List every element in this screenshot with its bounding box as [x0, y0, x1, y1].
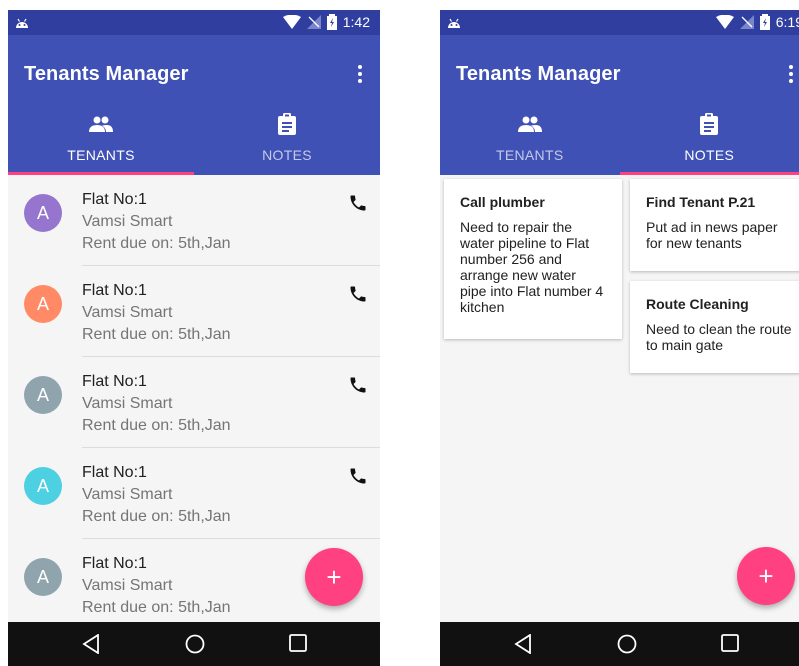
recents-icon[interactable] — [721, 634, 739, 652]
avatar: A — [24, 376, 62, 414]
tenant-list-item[interactable]: A Flat No:1 Vamsi Smart Rent due on: 5th,Ja… — [8, 175, 380, 266]
tab-tenants[interactable]: TENANTS — [8, 111, 194, 175]
signal-off-icon — [306, 15, 321, 29]
status-bar: 6:19 — [440, 10, 799, 35]
add-tenant-button[interactable]: + — [305, 548, 363, 606]
tenant-list-item[interactable]: A Flat No:1 Vamsi Smart Rent due on: 5th,Ja… — [8, 448, 380, 539]
app-bar: Tenants Manager TENANTS NOTES — [8, 35, 380, 175]
back-icon[interactable] — [82, 634, 100, 654]
rent-due: Rent due on: 5th,Jan — [82, 326, 231, 343]
status-time: 1:42 — [342, 14, 370, 30]
wifi-icon — [282, 15, 301, 29]
tab-notes[interactable]: NOTES — [619, 111, 799, 175]
rent-due: Rent due on: 5th,Jan — [82, 508, 231, 525]
flat-number: Flat No:1 — [82, 555, 147, 572]
home-icon[interactable] — [185, 634, 205, 654]
note-card[interactable]: Route Cleaning Need to clean the route t… — [630, 281, 799, 373]
avatar: A — [24, 285, 62, 323]
note-card[interactable]: Find Tenant P.21 Put ad in news paper fo… — [630, 179, 799, 271]
back-icon[interactable] — [514, 634, 532, 654]
clipboard-icon — [278, 113, 296, 135]
app-title: Tenants Manager — [456, 63, 621, 85]
tenant-name: Vamsi Smart — [82, 577, 173, 594]
tenant-list-item[interactable]: A Flat No:1 Vamsi Smart Rent due on: 5th,Ja… — [8, 266, 380, 357]
tab-label: NOTES — [262, 147, 312, 163]
battery-charging-icon — [759, 14, 770, 30]
tenant-name: Vamsi Smart — [82, 395, 173, 412]
navigation-bar — [440, 622, 799, 666]
tenant-details: Flat No:1 Vamsi Smart Rent due on: 5th,Jan — [82, 371, 231, 437]
tab-bar: TENANTS NOTES — [440, 111, 799, 175]
group-icon — [517, 116, 542, 132]
note-body: Need to repair the water pipeline to Fla… — [460, 219, 604, 315]
note-card[interactable]: Call plumber Need to repair the water pi… — [444, 179, 622, 339]
add-note-button[interactable]: + — [737, 547, 795, 605]
group-icon — [89, 116, 113, 132]
tab-notes[interactable]: NOTES — [194, 111, 380, 175]
clipboard-icon — [700, 113, 719, 135]
phone-call-icon[interactable] — [348, 375, 368, 395]
status-bar: 1:42 — [8, 10, 380, 35]
note-title: Find Tenant P.21 — [646, 194, 756, 210]
tenant-list-item[interactable]: A Flat No:1 Vamsi Smart Rent due on: 5th,Ja… — [8, 357, 380, 448]
overflow-menu-icon[interactable] — [789, 65, 793, 83]
tab-tenants[interactable]: TENANTS — [440, 111, 620, 175]
tab-label: NOTES — [684, 147, 735, 163]
flat-number: Flat No:1 — [82, 464, 147, 481]
flat-number: Flat No:1 — [82, 191, 147, 208]
phone-screen-tenants: 1:42 Tenants Manager TENANTS NOTES A Flat… — [8, 10, 380, 666]
phone-call-icon[interactable] — [348, 284, 368, 304]
tenant-name: Vamsi Smart — [82, 486, 173, 503]
note-body: Need to clean the route to main gate — [646, 321, 792, 353]
recents-icon[interactable] — [289, 634, 307, 652]
phone-call-icon[interactable] — [348, 193, 368, 213]
wifi-icon — [715, 15, 734, 29]
avatar: A — [24, 467, 62, 505]
android-notification-icon — [448, 18, 460, 28]
rent-due: Rent due on: 5th,Jan — [82, 235, 231, 252]
battery-charging-icon — [326, 14, 337, 30]
note-title: Call plumber — [460, 194, 545, 210]
overflow-menu-icon[interactable] — [358, 65, 362, 83]
android-notification-icon — [16, 18, 28, 28]
tenant-details: Flat No:1 Vamsi Smart Rent due on: 5th,Jan — [82, 462, 231, 528]
phone-call-icon[interactable] — [348, 466, 368, 486]
avatar: A — [24, 558, 62, 596]
tenant-name: Vamsi Smart — [82, 213, 173, 230]
rent-due: Rent due on: 5th,Jan — [82, 417, 231, 434]
tenant-details: Flat No:1 Vamsi Smart Rent due on: 5th,Jan — [82, 553, 231, 619]
app-bar: Tenants Manager TENANTS NOTES — [440, 35, 799, 175]
note-body: Put ad in news paper for new tenants — [646, 219, 778, 251]
flat-number: Flat No:1 — [82, 373, 147, 390]
rent-due: Rent due on: 5th,Jan — [82, 599, 231, 616]
tenant-details: Flat No:1 Vamsi Smart Rent due on: 5th,Jan — [82, 280, 231, 346]
tab-bar: TENANTS NOTES — [8, 111, 380, 175]
tab-label: TENANTS — [496, 147, 564, 163]
flat-number: Flat No:1 — [82, 282, 147, 299]
avatar: A — [24, 194, 62, 232]
tab-label: TENANTS — [67, 147, 135, 163]
tenant-details: Flat No:1 Vamsi Smart Rent due on: 5th,Jan — [82, 189, 231, 255]
navigation-bar — [8, 622, 380, 666]
status-time: 6:19 — [775, 14, 799, 30]
note-title: Route Cleaning — [646, 296, 749, 312]
home-icon[interactable] — [617, 634, 637, 654]
tenant-name: Vamsi Smart — [82, 304, 173, 321]
signal-off-icon — [739, 15, 754, 29]
app-title: Tenants Manager — [24, 63, 189, 85]
phone-screen-notes: 6:19 Tenants Manager TENANTS NOTES Call … — [440, 10, 799, 666]
